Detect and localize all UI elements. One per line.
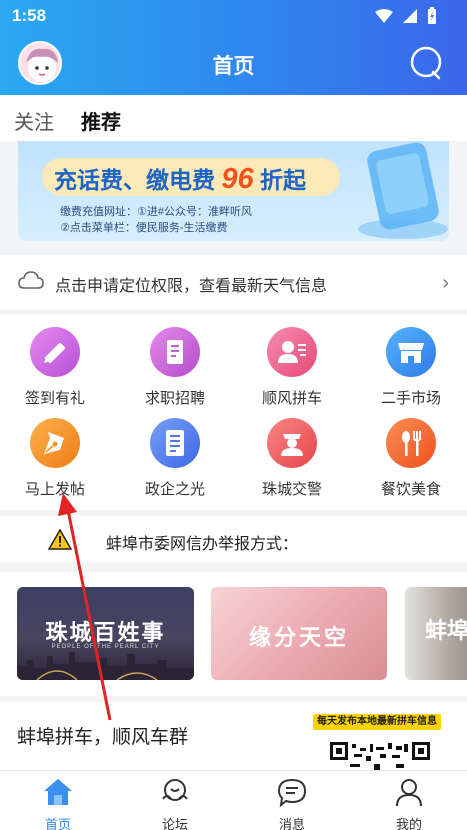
banner-slogan-prefix: 充话费、缴电费 xyxy=(54,167,215,193)
notice-text: 蚌埠市委网信办举报方式： xyxy=(106,536,299,553)
battery-icon xyxy=(428,7,436,24)
topic-card-title: 珠城百姓事 xyxy=(45,620,166,645)
document-icon xyxy=(150,327,200,377)
nav-forum[interactable]: 论坛 xyxy=(140,777,210,830)
feature-grid: 签到有礼 求职招聘 顺风拼车 二手市场 马上发帖 政企之光 珠城交警 餐饮美食 xyxy=(0,315,467,510)
home-icon xyxy=(44,779,72,805)
chevron-right-icon: › xyxy=(442,272,449,294)
app-header: 首页 xyxy=(0,32,467,95)
status-bar: 1:58 xyxy=(0,0,467,32)
nav-profile[interactable]: 我的 xyxy=(374,777,444,830)
nav-messages[interactable]: 消息 xyxy=(257,777,327,830)
grid-item-traffic-police[interactable]: 珠城交警 xyxy=(237,418,347,508)
grid-item-label: 马上发帖 xyxy=(24,481,85,498)
cloud-icon xyxy=(18,271,44,289)
top-bar: 1:58 首页 xyxy=(0,0,467,95)
grid-item-label: 政企之光 xyxy=(144,481,205,498)
status-time: 1:58 xyxy=(12,6,47,25)
grid-item-label: 二手市场 xyxy=(380,390,441,407)
message-icon xyxy=(277,778,307,808)
weather-text: 点击申请定位权限，查看最新天气信息 xyxy=(55,278,328,295)
topic-card-title: 缘分天空 xyxy=(248,625,349,650)
topic-card-title: 蚌埠 xyxy=(425,618,467,643)
qr-code-icon xyxy=(330,742,430,770)
nav-label: 我的 xyxy=(395,817,422,830)
banner-line-2: ②点击菜单栏：便民服务-生活缴费 xyxy=(60,222,228,234)
notice-row[interactable]: 蚌埠市委网信办举报方式： xyxy=(0,516,467,562)
warning-icon xyxy=(48,529,72,550)
search-button[interactable] xyxy=(409,45,445,81)
wifi-icon xyxy=(375,8,393,23)
topic-card-subtitle: PEOPLE OF THE PEARL CITY xyxy=(51,644,160,650)
grid-item-label: 签到有礼 xyxy=(24,390,85,407)
nav-label: 消息 xyxy=(278,817,305,830)
topic-card[interactable]: 缘分天空 xyxy=(211,587,387,680)
status-icons xyxy=(375,7,437,24)
promo-banner[interactable]: 充话费、缴电费 96 折起 缴费充值网址：①进#公众号：淮畔听风 ②点击菜单栏：… xyxy=(18,141,449,241)
page-title: 首页 xyxy=(212,55,255,78)
post-preview[interactable]: 蚌埠拼车，顺风车群 每天发布本地最新拼车信息 xyxy=(0,702,467,770)
phone-illustration-icon xyxy=(358,142,448,239)
search-icon xyxy=(410,46,442,80)
topic-card[interactable]: 蚌埠 xyxy=(405,587,467,680)
topic-card[interactable]: 珠城百姓事 PEOPLE OF THE PEARL CITY xyxy=(17,587,194,680)
grid-item-label: 求职招聘 xyxy=(144,390,205,407)
banner-discount-number: 96 xyxy=(221,163,254,195)
grid-item-label: 珠城交警 xyxy=(261,481,322,498)
grid-item-food[interactable]: 餐饮美食 xyxy=(356,418,466,508)
grid-item-gov[interactable]: 政企之光 xyxy=(120,418,230,508)
profile-icon xyxy=(396,779,422,807)
fork-spoon-icon xyxy=(386,418,436,468)
tab-follow[interactable]: 关注 xyxy=(14,106,54,135)
post-title: 蚌埠拼车，顺风车群 xyxy=(17,727,189,748)
grid-item-label: 餐饮美食 xyxy=(380,481,441,498)
grid-item-label: 顺风拼车 xyxy=(261,390,322,407)
grid-item-second-hand[interactable]: 二手市场 xyxy=(356,327,466,417)
shop-icon xyxy=(386,327,436,377)
grid-item-carpool[interactable]: 顺风拼车 xyxy=(237,327,347,417)
nav-label: 论坛 xyxy=(161,817,188,830)
post-badge: 每天发布本地最新拼车信息 xyxy=(313,714,441,730)
grid-item-jobs[interactable]: 求职招聘 xyxy=(120,327,230,417)
forum-icon xyxy=(162,779,188,801)
signal-icon xyxy=(403,8,417,23)
nav-label: 首页 xyxy=(44,817,71,830)
nav-home[interactable]: 首页 xyxy=(23,777,93,830)
pen-sign-icon xyxy=(30,327,80,377)
banner-slogan-suffix: 折起 xyxy=(260,167,307,193)
fountain-pen-icon xyxy=(30,418,80,468)
weather-row[interactable]: 点击申请定位权限，查看最新天气信息 › xyxy=(0,255,467,309)
tab-recommend[interactable]: 推荐 xyxy=(81,106,121,135)
bottom-nav: 首页 论坛 消息 我的 xyxy=(0,770,467,830)
feed-tabs: 关注 推荐 xyxy=(0,95,467,141)
grid-item-post-now[interactable]: 马上发帖 xyxy=(0,418,110,508)
person-card-icon xyxy=(267,327,317,377)
police-icon xyxy=(267,418,317,468)
list-doc-icon xyxy=(150,418,200,468)
banner-slogan: 充话费、缴电费 96 折起 xyxy=(54,161,306,196)
banner-line-1: 缴费充值网址：①进#公众号：淮畔听风 xyxy=(60,206,252,218)
topic-carousel: 珠城百姓事 PEOPLE OF THE PEARL CITY 缘分天空 蚌埠 xyxy=(0,572,467,696)
grid-item-sign-in[interactable]: 签到有礼 xyxy=(0,327,110,417)
